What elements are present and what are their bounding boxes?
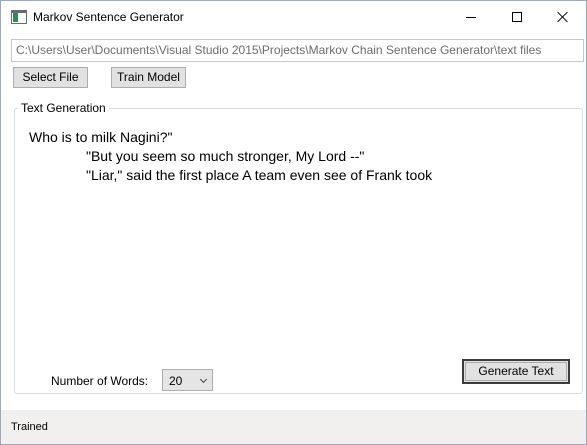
minimize-icon [466, 16, 476, 18]
generate-text-button[interactable]: Generate Text [462, 359, 570, 384]
generated-line: Who is to milk Nagini?" [29, 129, 173, 145]
generated-line: "But you seem so much stronger, My Lord … [86, 148, 365, 164]
close-icon [557, 11, 569, 23]
text-generation-label: Text Generation [18, 101, 109, 115]
title-bar: Markov Sentence Generator [1, 1, 586, 33]
file-path-text: C:\Users\User\Documents\Visual Studio 20… [16, 43, 542, 57]
maximize-button[interactable] [494, 1, 540, 33]
app-icon [11, 10, 27, 24]
select-file-button[interactable]: Select File [13, 67, 88, 88]
minimize-button[interactable] [448, 1, 494, 33]
generated-text-area[interactable]: Who is to milk Nagini?" "But you seem so… [29, 128, 569, 185]
maximize-icon [512, 12, 522, 22]
chevron-down-icon [199, 375, 208, 384]
status-bar: Trained [1, 410, 586, 444]
app-window: Markov Sentence Generator C:\Users\User\… [0, 0, 587, 445]
generated-line: "Liar," said the first place A team even… [86, 167, 433, 183]
file-path-field[interactable]: C:\Users\User\Documents\Visual Studio 20… [11, 39, 584, 62]
number-of-words-value: 20 [169, 374, 183, 388]
window-title: Markov Sentence Generator [33, 10, 184, 24]
number-of-words-label: Number of Words: [51, 374, 149, 388]
close-button[interactable] [540, 1, 586, 33]
status-text: Trained [11, 421, 48, 433]
train-model-button[interactable]: Train Model [111, 67, 186, 88]
number-of-words-dropdown[interactable]: 20 [162, 369, 213, 391]
